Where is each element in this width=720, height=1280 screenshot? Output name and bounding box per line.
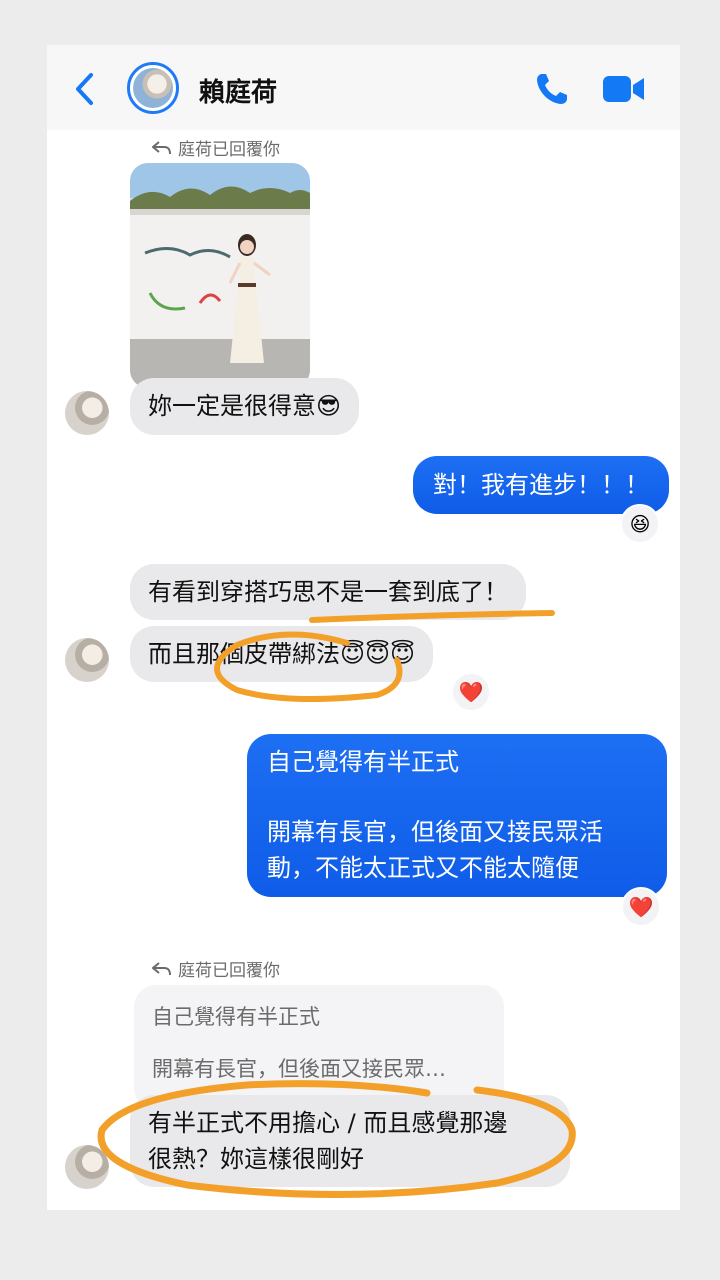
reply-arrow-icon (151, 140, 172, 160)
shared-photo[interactable] (130, 163, 310, 388)
back-button[interactable] (73, 71, 103, 107)
sender-avatar[interactable] (65, 391, 109, 435)
contact-avatar[interactable] (127, 62, 179, 114)
video-camera-icon (603, 76, 644, 102)
reply-notice: 庭荷已回覆你 (151, 956, 280, 981)
reply-notice: 庭荷已回覆你 (151, 135, 280, 160)
call-button[interactable] (534, 71, 570, 111)
incoming-message[interactable]: 妳一定是很得意😎 (130, 378, 360, 435)
message-line: 很熱？妳這樣很剛好 (148, 1145, 364, 1173)
quoted-line: 自己覺得有半正式 (152, 1005, 320, 1029)
incoming-message[interactable]: 有看到穿搭巧思不是一套到底了！ (130, 564, 526, 620)
message-reaction[interactable]: ❤️ (621, 887, 661, 927)
reply-notice-text: 庭荷已回覆你 (178, 961, 280, 981)
quoted-message[interactable]: 自己覺得有半正式 開幕有長官，但後面又接民眾… (134, 985, 504, 1110)
sender-avatar[interactable] (65, 1145, 109, 1189)
sender-avatar[interactable] (65, 638, 109, 682)
video-call-button[interactable] (602, 74, 646, 108)
chat-screenshot-card: 賴庭荷 庭荷已回覆你 妳一定是很得意😎 對！我有進步！！！ 😆 有看到穿搭巧思不… (47, 45, 680, 1210)
message-line: 動，不能太正式又不能太隨便 (267, 854, 579, 882)
outgoing-message-multiline[interactable]: 自己覺得有半正式 開幕有長官，但後面又接民眾活 動，不能太正式又不能太隨便 (247, 734, 667, 897)
avatar-photo (133, 68, 173, 108)
incoming-message-multiline[interactable]: 有半正式不用擔心 / 而且感覺那邊 很熱？妳這樣很剛好 (130, 1095, 570, 1187)
message-reaction[interactable]: 😆 (620, 504, 660, 544)
quoted-line: 開幕有長官，但後面又接民眾… (152, 1057, 446, 1081)
phone-icon (537, 74, 567, 104)
reply-notice-text: 庭荷已回覆你 (178, 140, 280, 160)
chevron-left-icon (76, 73, 93, 105)
reply-arrow-icon (151, 961, 172, 981)
message-reaction[interactable]: ❤️ (451, 672, 491, 712)
event-photo-image (130, 163, 310, 388)
message-line: 自己覺得有半正式 (267, 748, 459, 776)
chat-header: 賴庭荷 (47, 45, 680, 130)
incoming-message[interactable]: 而且那個皮帶綁法😇😇😇 (130, 626, 434, 682)
message-line: 開幕有長官，但後面又接民眾活 (267, 818, 603, 846)
message-line: 有半正式不用擔心 / 而且感覺那邊 (148, 1109, 508, 1137)
contact-name[interactable]: 賴庭荷 (199, 72, 277, 109)
